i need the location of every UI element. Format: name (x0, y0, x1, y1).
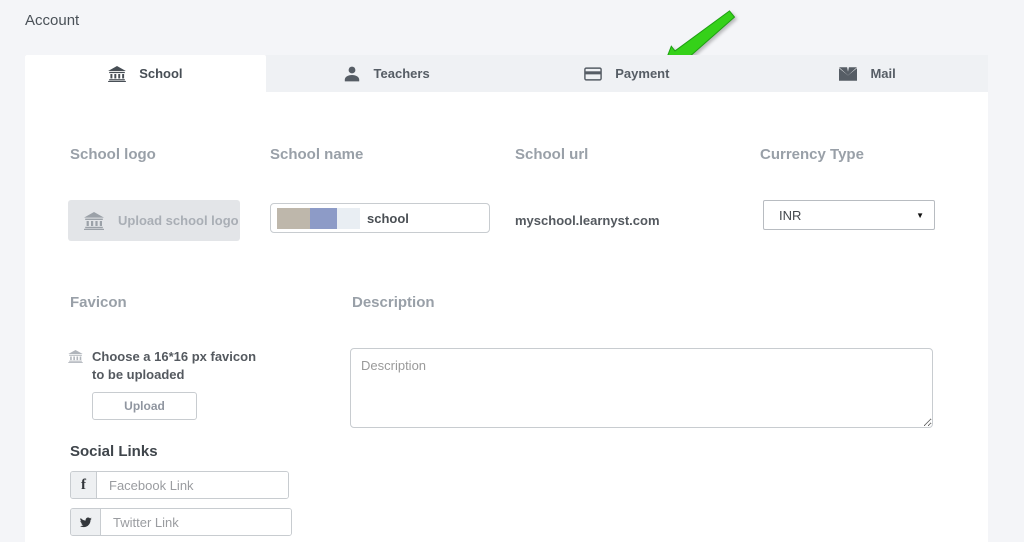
credit-card-icon (584, 66, 603, 82)
tab-mail-label: Mail (870, 66, 896, 81)
bank-icon (68, 350, 83, 363)
upload-school-logo-button[interactable]: Upload school logo (68, 200, 240, 241)
favicon-note-row: Choose a 16*16 px favicon to be uploaded (68, 348, 268, 384)
currency-type-label: Currency Type (760, 146, 864, 163)
social-links-title: Social Links (70, 443, 158, 460)
twitter-link-input[interactable] (101, 509, 291, 535)
upload-school-logo-label: Upload school logo (118, 213, 239, 228)
tab-mail[interactable]: Mail (747, 55, 988, 92)
twitter-link-group (70, 508, 292, 536)
twitter-bird-icon (71, 509, 101, 535)
account-tabbar: School Teachers Payment Mail (25, 55, 988, 92)
favicon-upload-button[interactable]: Upload (92, 392, 197, 420)
school-logo-label: School logo (70, 146, 156, 163)
tab-payment-label: Payment (615, 66, 670, 81)
favicon-note-text: Choose a 16*16 px favicon to be uploaded (92, 349, 257, 382)
tab-school-label: School (139, 66, 183, 81)
school-name-input[interactable]: school (270, 203, 490, 233)
school-name-value: school (367, 210, 409, 226)
tab-payment[interactable]: Payment (507, 55, 748, 92)
facebook-icon: f (71, 472, 97, 498)
tab-school[interactable]: School (25, 55, 266, 92)
facebook-link-group: f (70, 471, 289, 499)
favicon-label: Favicon (70, 294, 127, 311)
school-url-label: School url (515, 146, 589, 163)
tab-teachers[interactable]: Teachers (266, 55, 507, 92)
page-title: Account (25, 12, 80, 29)
school-url-value: myschool.learnyst.com (515, 213, 660, 228)
person-icon (343, 66, 361, 82)
redacted-block (337, 207, 360, 229)
redacted-block (310, 207, 337, 229)
school-name-label: School name (270, 146, 364, 163)
facebook-link-input[interactable] (97, 472, 288, 498)
favicon-upload-label: Upload (124, 399, 165, 413)
tab-teachers-label: Teachers (373, 66, 430, 81)
bank-icon (108, 65, 127, 82)
currency-select[interactable]: INR ▼ (763, 200, 935, 230)
chevron-down-icon: ▼ (916, 210, 924, 220)
envelope-icon (839, 66, 858, 82)
description-textarea[interactable] (350, 348, 933, 428)
currency-selected-value: INR (779, 207, 802, 223)
bank-icon (84, 211, 104, 230)
redacted-block (277, 207, 310, 229)
description-label: Description (352, 294, 435, 311)
